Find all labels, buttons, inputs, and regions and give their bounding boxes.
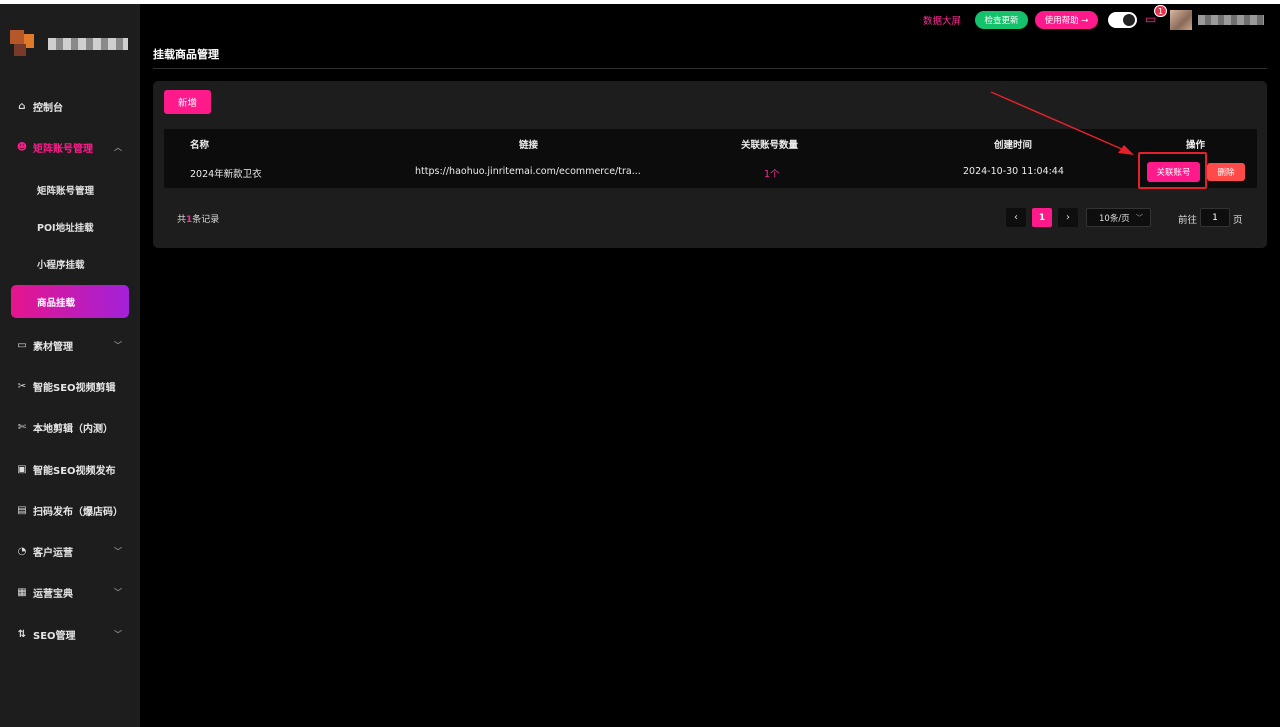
delete-button[interactable]: 删除: [1207, 163, 1245, 181]
video-icon: ▣: [17, 463, 27, 475]
sidebar-subitem-miniprogram[interactable]: 小程序挂载: [0, 253, 140, 275]
sidebar-item-label: SEO管理: [33, 630, 76, 642]
data-screen-link[interactable]: 数据大屏: [923, 13, 961, 27]
sidebar-item-matrix-accounts[interactable]: ☻ 矩阵账号管理 ︿: [0, 136, 140, 158]
page-title: 挂载商品管理: [153, 48, 219, 61]
cut-icon: ✄: [17, 421, 27, 433]
cell-name: 2024年新款卫衣: [190, 169, 262, 180]
divider: [153, 68, 1267, 69]
total-records: 共1条记录: [177, 212, 219, 225]
sidebar-subitem-label: POI地址挂载: [37, 223, 94, 234]
next-page-button[interactable]: ›: [1058, 208, 1078, 227]
notification-badge: 1: [1154, 5, 1168, 17]
chevron-down-icon: ﹀: [114, 546, 122, 556]
theme-toggle[interactable]: [1108, 12, 1137, 28]
sidebar-item-label: 智能SEO视频发布: [33, 465, 116, 477]
folder-icon: ▭: [17, 339, 27, 351]
top-strip: [0, 0, 1280, 4]
column-header-created: 创建时间: [994, 140, 1033, 151]
sidebar-subitem-label: 小程序挂载: [37, 260, 85, 271]
chevron-down-icon: ﹀: [114, 629, 122, 639]
goto-suffix: 页: [1233, 215, 1243, 226]
sidebar-subitem-label: 矩阵账号管理: [37, 186, 95, 197]
total-suffix: 条记录: [192, 215, 220, 225]
column-header-count: 关联账号数量: [741, 140, 799, 151]
column-header-name: 名称: [190, 140, 210, 151]
page-size-value: 10条/页: [1099, 213, 1130, 224]
sidebar-subitem-products[interactable]: 商品挂载: [11, 285, 129, 318]
sidebar-item-label: 客户运营: [33, 547, 73, 559]
scissors-icon: ✂: [17, 380, 27, 392]
sidebar-item-materials[interactable]: ▭ 素材管理 ﹀: [0, 334, 140, 356]
moon-icon: [1123, 14, 1135, 26]
chevron-down-icon: ﹀: [114, 340, 122, 350]
sort-icon: ⇅: [17, 628, 27, 640]
goto-label: 前往: [1178, 215, 1198, 226]
cell-count[interactable]: 1个: [764, 166, 780, 180]
sidebar-item-label: 本地剪辑（内测）: [33, 423, 113, 435]
sidebar-item-label: 矩阵账号管理: [33, 143, 93, 155]
sidebar-item-ops-guide[interactable]: ▦ 运营宝典 ﹀: [0, 581, 140, 603]
chevron-down-icon: ﹀: [114, 587, 122, 597]
link-account-button[interactable]: 关联账号: [1147, 162, 1200, 182]
sidebar-item-customer-ops[interactable]: ◔ 客户运营 ﹀: [0, 540, 140, 562]
column-header-actions: 操作: [1186, 140, 1206, 151]
sidebar-item-label: 智能SEO视频剪辑: [33, 382, 116, 394]
pie-icon: ◔: [17, 545, 27, 557]
sidebar-item-local-edit[interactable]: ✄ 本地剪辑（内测）: [0, 416, 140, 438]
sidebar-item-label: 素材管理: [33, 341, 73, 353]
goto-page-input[interactable]: [1200, 208, 1230, 227]
add-button[interactable]: 新增: [164, 90, 211, 114]
sidebar-item-label: 扫码发布（爆店码）: [33, 506, 123, 518]
check-update-button[interactable]: 检查更新: [975, 11, 1028, 29]
sidebar-item-label: 控制台: [33, 102, 63, 114]
smile-icon: ☻: [16, 141, 28, 153]
username[interactable]: [1198, 15, 1264, 25]
book-icon: ▦: [17, 586, 27, 598]
sidebar-item-scan-publish[interactable]: ▤ 扫码发布（爆店码）: [0, 499, 140, 521]
home-icon: ⌂: [18, 100, 26, 112]
sidebar-item-seo-publish[interactable]: ▣ 智能SEO视频发布: [0, 458, 140, 480]
qr-icon: ▤: [17, 504, 27, 516]
sidebar-subitem-poi[interactable]: POI地址挂载: [0, 216, 140, 238]
product-table: [164, 129, 1257, 188]
sidebar-item-label: 运营宝典: [33, 588, 73, 600]
cell-link: https://haohuo.jinritemai.com/ecommerce/…: [415, 166, 641, 177]
help-button[interactable]: 使用帮助 →: [1035, 11, 1098, 29]
sidebar-subitem-label: 商品挂载: [37, 297, 76, 309]
total-prefix: 共: [177, 215, 187, 225]
chevron-up-icon: ︿: [114, 142, 122, 152]
cell-created: 2024-10-30 11:04:44: [963, 166, 1064, 177]
logo: [8, 30, 128, 64]
sidebar-item-seo-edit[interactable]: ✂ 智能SEO视频剪辑: [0, 375, 140, 397]
prev-page-button[interactable]: ‹: [1006, 208, 1026, 227]
page-number-current[interactable]: 1: [1032, 208, 1052, 227]
avatar[interactable]: [1170, 10, 1192, 30]
sidebar-item-dashboard[interactable]: ⌂ 控制台: [0, 95, 140, 117]
sidebar-subitem-matrix-accounts[interactable]: 矩阵账号管理: [0, 179, 140, 201]
chevron-down-icon: ﹀: [1136, 213, 1143, 222]
sidebar-item-seo-manage[interactable]: ⇅ SEO管理 ﹀: [0, 623, 140, 645]
page-size-select[interactable]: 10条/页 ﹀: [1086, 208, 1151, 227]
column-header-link: 链接: [519, 140, 539, 151]
